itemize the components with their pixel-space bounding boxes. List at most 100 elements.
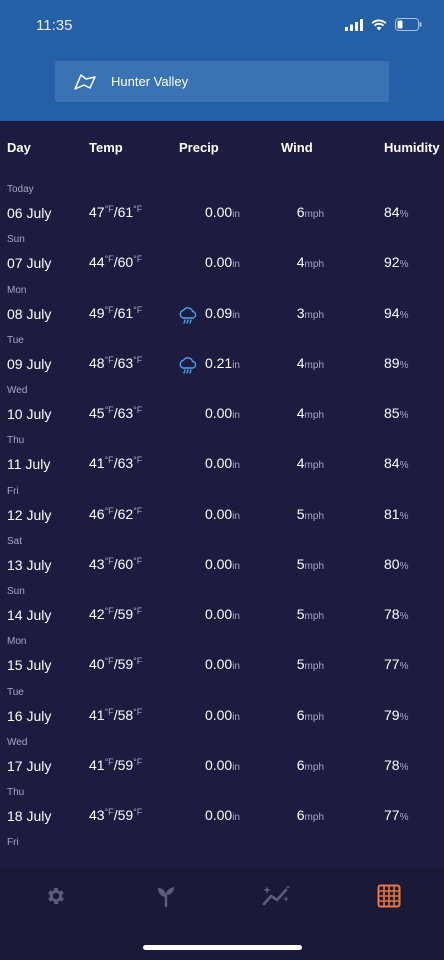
row-precip: 0.00in [205, 506, 240, 522]
precip-value: 0.00 [204, 706, 233, 723]
table-row[interactable]: Thu 11 July 41°F/63°F 0.00in 4mph 84% [0, 435, 444, 485]
location-selector[interactable]: Hunter Valley [55, 61, 389, 102]
table-row[interactable]: Fri 12 July 46°F/62°F 0.00in 5mph 81% [0, 486, 444, 536]
row-humidity: 84% [384, 455, 408, 471]
temp-high: 45 [89, 405, 105, 421]
sprout-icon [158, 887, 174, 908]
row-wind: 3mph [297, 305, 324, 321]
temp-high: 46 [89, 505, 105, 522]
wind-unit: mph [304, 259, 324, 271]
tab-trends[interactable] [262, 881, 292, 911]
temp-low: 63 [117, 405, 134, 421]
header-day: Day [7, 140, 31, 155]
temp-low: 60 [117, 555, 134, 572]
temp-unit: °F [133, 204, 143, 214]
table-row[interactable]: Wed 17 July 41°F/59°F 0.00in 6mph 78% [0, 737, 444, 787]
wind-value: 6 [296, 807, 305, 823]
row-wind: 6mph [297, 204, 324, 220]
precip-unit: in [232, 661, 240, 673]
precip-unit: in [232, 309, 240, 321]
wind-unit: mph [304, 611, 324, 622]
precip-unit: in [232, 560, 240, 572]
row-temp: 43°F/60°F [89, 555, 143, 572]
precip-value: 0.00 [204, 455, 233, 472]
battery-icon [395, 18, 422, 31]
precip-value: 0.00 [204, 756, 233, 773]
precip-unit: in [232, 410, 240, 421]
precip-value: 0.00 [204, 555, 233, 572]
table-row[interactable]: Sat 13 July 43°F/60°F 0.00in 5mph 80% [0, 536, 444, 586]
row-temp: 40°F/59°F [89, 656, 143, 673]
trailing-weekday: Fri [7, 837, 19, 849]
row-precip: 0.00in [205, 757, 240, 773]
tab-settings[interactable] [41, 881, 71, 911]
temp-high: 41 [89, 756, 105, 773]
table-row[interactable]: Sun 07 July 44°F/60°F 0.00in 4mph 92% [0, 234, 444, 284]
precip-unit: in [232, 460, 240, 472]
temp-low: 59 [117, 606, 134, 622]
precip-unit: in [232, 812, 240, 823]
humidity-unit: % [399, 460, 409, 472]
row-temp: 49°F/61°F [89, 304, 143, 321]
table-row[interactable]: Wed 10 July 45°F/63°F 0.00in 4mph 85% [0, 385, 444, 435]
row-temp: 44°F/60°F [89, 254, 143, 271]
temp-low: 62 [117, 505, 134, 522]
wind-value: 6 [296, 756, 305, 773]
row-precip: 0.00in [205, 606, 240, 622]
temp-high: 43 [89, 807, 105, 823]
forecast-table[interactable]: Day Temp Precip Wind Humidity Today 06 Ju… [0, 121, 444, 869]
row-date: 15 July [7, 657, 52, 674]
gear-icon [48, 887, 64, 905]
row-precip: 0.00in [205, 656, 240, 672]
row-temp: 42°F/59°F [89, 606, 143, 622]
precip-unit: in [232, 510, 240, 522]
wind-unit: mph [304, 560, 324, 572]
temp-unit: °F [133, 505, 143, 516]
row-humidity: 79% [384, 707, 408, 723]
row-weekday: Mon [7, 284, 27, 296]
table-row[interactable]: Tue 09 July 48°F/63°F 0.21in 4mph 89% [0, 335, 444, 385]
tab-growth[interactable] [151, 881, 181, 911]
header: 11:35 Hunter Valley [0, 0, 444, 121]
home-indicator[interactable] [143, 945, 302, 950]
temp-high: 42 [89, 606, 105, 622]
tab-table[interactable] [374, 881, 404, 911]
row-precip: 0.00in [205, 254, 240, 270]
wind-value: 4 [296, 254, 305, 271]
temp-high: 49 [89, 304, 105, 321]
table-row[interactable]: Tue 16 July 41°F/58°F 0.00in 6mph 79% [0, 687, 444, 737]
row-humidity: 78% [384, 606, 408, 622]
table-row[interactable]: Sun 14 July 42°F/59°F 0.00in 5mph 78% [0, 586, 444, 636]
row-precip: 0.00in [205, 807, 240, 823]
row-wind: 5mph [297, 656, 324, 672]
row-precip: 0.00in [205, 556, 240, 572]
row-wind: 6mph [297, 707, 324, 723]
row-weekday: Wed [7, 385, 28, 396]
temp-unit: °F [133, 555, 143, 566]
row-humidity: 78% [384, 757, 408, 773]
table-row[interactable]: Today 06 July 47°F/61°F 0.00in 6mph 84% [0, 184, 444, 234]
wind-value: 5 [296, 606, 305, 622]
temp-unit: °F [133, 756, 143, 767]
wind-value: 4 [296, 354, 305, 371]
precip-unit: in [232, 761, 240, 773]
row-humidity: 89% [384, 355, 408, 371]
row-weekday: Wed [7, 736, 28, 748]
temp-unit: °F [104, 204, 114, 214]
wind-value: 4 [296, 455, 305, 472]
humidity-value: 81 [384, 505, 400, 522]
row-date: 07 July [7, 255, 52, 272]
humidity-unit: % [399, 510, 409, 522]
table-row[interactable]: Thu 18 July 43°F/59°F 0.00in 6mph 77% [0, 787, 444, 837]
table-row[interactable]: Mon 08 July 49°F/61°F 0.09in 3mph 94% [0, 285, 444, 335]
row-date: 11 July [7, 456, 51, 473]
map-outline-icon [73, 72, 97, 92]
signal-icon [345, 18, 363, 31]
table-row[interactable]: Mon 15 July 40°F/59°F 0.00in 5mph 77% [0, 636, 444, 686]
temp-low: 60 [117, 254, 134, 271]
humidity-unit: % [399, 410, 409, 421]
temp-unit: °F [133, 354, 143, 365]
status-bar: 11:35 [0, 0, 444, 52]
row-humidity: 92% [384, 254, 408, 270]
wind-value: 6 [296, 706, 305, 723]
